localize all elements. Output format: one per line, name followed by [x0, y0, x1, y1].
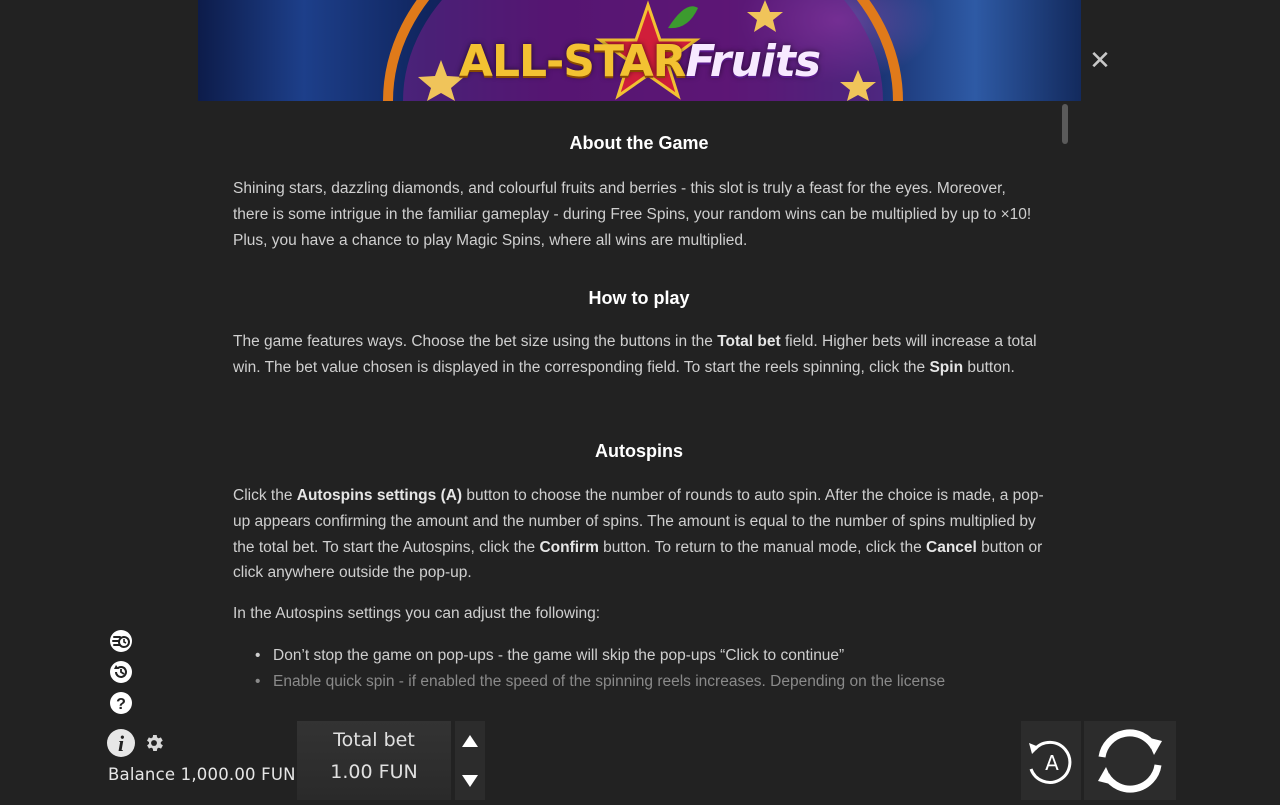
autospin-icon: A: [1029, 740, 1072, 784]
logo-allstar-text: ALL-STAR: [458, 36, 687, 87]
autospins-settings-intro: In the Autospins settings you can adjust…: [233, 605, 601, 622]
svg-text:i: i: [118, 731, 125, 756]
scrollbar-thumb[interactable]: [1062, 104, 1068, 144]
game-banner: ALL-STARFruits: [198, 0, 1081, 101]
info-icon[interactable]: i: [106, 728, 136, 758]
spin-icon: [1098, 729, 1162, 793]
logo-fruits-text: Fruits: [685, 36, 822, 87]
autospins-settings-list: Don’t stop the game on pop-ups - the gam…: [233, 643, 1045, 693]
triangle-up-icon: [462, 734, 478, 747]
section-title-autospins: Autospins: [595, 441, 683, 461]
about-text: Shining stars, dazzling diamonds, and co…: [233, 180, 1032, 249]
rules-content: About the Game Shining stars, dazzling d…: [233, 101, 1045, 693]
section-title-howto: How to play: [588, 288, 690, 308]
bet-decrease-button[interactable]: [455, 761, 485, 800]
help-icon[interactable]: ?: [108, 690, 134, 716]
close-icon[interactable]: ✕: [1088, 47, 1112, 73]
bet-stepper: [455, 721, 485, 800]
history-icon[interactable]: [108, 659, 134, 685]
gear-icon[interactable]: [143, 732, 165, 754]
autospins-text: Click the Autospins settings (A) button …: [233, 487, 1044, 582]
quick-spin-icon[interactable]: [108, 628, 134, 654]
game-logo: ALL-STARFruits: [198, 32, 1081, 92]
section-title-about: About the Game: [569, 133, 709, 153]
spin-button[interactable]: [1084, 721, 1176, 800]
triangle-down-icon: [462, 774, 478, 787]
bet-increase-button[interactable]: [455, 721, 485, 760]
list-item: Don’t stop the game on pop-ups - the gam…: [233, 643, 1045, 669]
total-bet-panel: Total bet 1.00 FUN: [297, 721, 451, 800]
total-bet-label: Total bet: [333, 729, 415, 751]
howto-text: The game features ways. Choose the bet s…: [233, 333, 1037, 376]
balance-display: Balance 1,000.00 FUN: [108, 765, 296, 784]
svg-text:?: ?: [116, 696, 126, 713]
autospins-settings-button[interactable]: A: [1021, 721, 1081, 800]
list-item: Enable quick spin - if enabled the speed…: [233, 669, 1045, 693]
total-bet-value: 1.00 FUN: [330, 761, 418, 783]
autospin-letter: A: [1045, 751, 1059, 775]
